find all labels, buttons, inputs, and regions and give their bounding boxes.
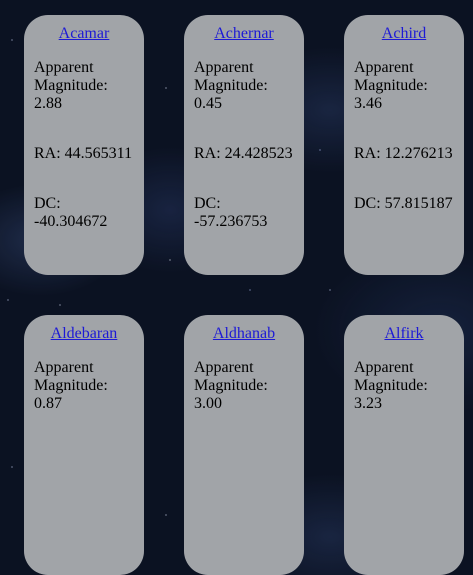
magnitude-value: 3.46 bbox=[354, 95, 382, 112]
ra-label: RA: bbox=[34, 145, 61, 162]
dc-label: DC: bbox=[354, 195, 381, 212]
star-name-link[interactable]: Acamar bbox=[34, 25, 134, 43]
magnitude-label: Apparent Magnitude: bbox=[34, 59, 108, 94]
magnitude-value: 3.00 bbox=[194, 395, 222, 412]
ra-field: RA: 24.428523 bbox=[194, 145, 294, 163]
ra-field: RA: 12.276213 bbox=[354, 145, 454, 163]
dc-value: -57.236753 bbox=[194, 213, 268, 230]
magnitude-value: 0.87 bbox=[34, 395, 62, 412]
magnitude-value: 0.45 bbox=[194, 95, 222, 112]
dc-label: DC: bbox=[194, 195, 221, 212]
dc-field: DC: -40.304672 bbox=[34, 195, 134, 231]
star-card: Aldebaran Apparent Magnitude: 0.87 bbox=[24, 315, 144, 575]
magnitude-field: Apparent Magnitude: 3.00 bbox=[194, 359, 294, 413]
dc-value: -40.304672 bbox=[34, 213, 108, 230]
magnitude-label: Apparent Magnitude: bbox=[194, 359, 268, 394]
ra-value: 24.428523 bbox=[224, 145, 293, 162]
dc-value: 57.815187 bbox=[384, 195, 453, 212]
magnitude-field: Apparent Magnitude: 3.23 bbox=[354, 359, 454, 413]
star-name-link[interactable]: Achird bbox=[354, 25, 454, 43]
ra-value: 12.276213 bbox=[384, 145, 453, 162]
star-card: Achernar Apparent Magnitude: 0.45 RA: 24… bbox=[184, 15, 304, 275]
star-card: Alfirk Apparent Magnitude: 3.23 bbox=[344, 315, 464, 575]
ra-field: RA: 44.565311 bbox=[34, 145, 134, 163]
magnitude-label: Apparent Magnitude: bbox=[354, 359, 428, 394]
magnitude-label: Apparent Magnitude: bbox=[194, 59, 268, 94]
magnitude-label: Apparent Magnitude: bbox=[34, 359, 108, 394]
ra-label: RA: bbox=[194, 145, 221, 162]
star-card: Acamar Apparent Magnitude: 2.88 RA: 44.5… bbox=[24, 15, 144, 275]
dc-field: DC: 57.815187 bbox=[354, 195, 454, 213]
magnitude-value: 2.88 bbox=[34, 95, 62, 112]
magnitude-field: Apparent Magnitude: 3.46 bbox=[354, 59, 454, 113]
magnitude-field: Apparent Magnitude: 2.88 bbox=[34, 59, 134, 113]
magnitude-field: Apparent Magnitude: 0.87 bbox=[34, 359, 134, 413]
star-name-link[interactable]: Achernar bbox=[194, 25, 294, 43]
ra-label: RA: bbox=[354, 145, 381, 162]
magnitude-value: 3.23 bbox=[354, 395, 382, 412]
ra-value: 44.565311 bbox=[64, 145, 133, 162]
star-card-grid: Acamar Apparent Magnitude: 2.88 RA: 44.5… bbox=[24, 15, 464, 575]
star-name-link[interactable]: Aldebaran bbox=[34, 325, 134, 343]
magnitude-label: Apparent Magnitude: bbox=[354, 59, 428, 94]
star-name-link[interactable]: Aldhanab bbox=[194, 325, 294, 343]
star-card: Achird Apparent Magnitude: 3.46 RA: 12.2… bbox=[344, 15, 464, 275]
star-name-link[interactable]: Alfirk bbox=[354, 325, 454, 343]
dc-label: DC: bbox=[34, 195, 61, 212]
magnitude-field: Apparent Magnitude: 0.45 bbox=[194, 59, 294, 113]
dc-field: DC: -57.236753 bbox=[194, 195, 294, 231]
star-card: Aldhanab Apparent Magnitude: 3.00 bbox=[184, 315, 304, 575]
